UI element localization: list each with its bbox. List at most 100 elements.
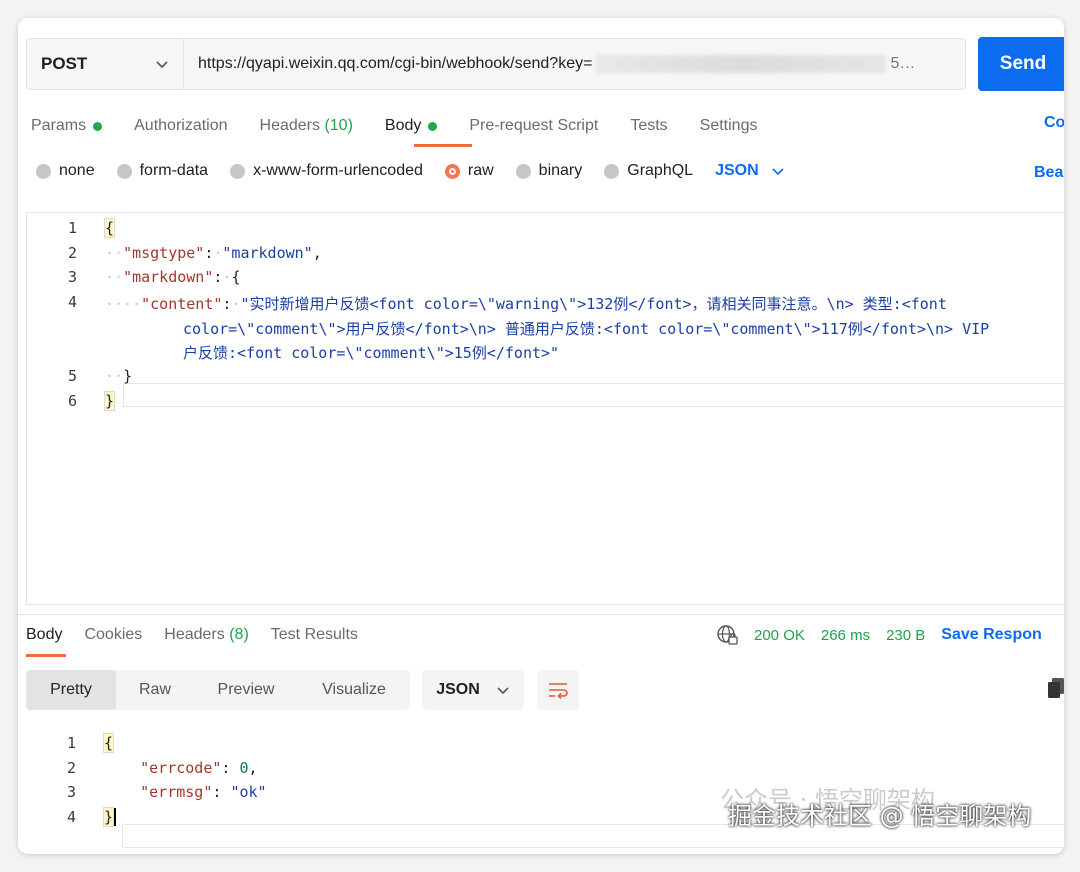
radio-raw-label: raw (467, 162, 494, 179)
line-number: 5 (67, 367, 77, 385)
json-key-errmsg: "errmsg" (140, 783, 213, 801)
radio-urlencoded-label: x-www-form-urlencoded (253, 162, 423, 179)
line-number: 6 (67, 392, 77, 410)
view-preview[interactable]: Preview (194, 670, 298, 710)
response-format-label: JSON (436, 681, 480, 698)
response-view-modes: Pretty Raw Preview Visualize (26, 670, 410, 710)
wrap-lines-button[interactable] (537, 670, 579, 710)
radio-graphql-label: GraphQL (627, 162, 694, 179)
open-brace: { (103, 218, 116, 238)
json-key-errcode: "errcode" (140, 759, 222, 777)
redacted-key (596, 55, 887, 73)
line-number: 1 (67, 219, 77, 237)
json-value-errmsg: "ok" (230, 783, 267, 801)
line-number: 3 (67, 268, 77, 286)
radio-raw[interactable]: raw (444, 162, 494, 180)
body-format-label: JSON (715, 162, 759, 179)
response-stats: 200 OK 266 ms 230 B Save Respon (716, 624, 1058, 646)
code-line-5: ··} (105, 367, 133, 385)
view-pretty[interactable]: Pretty (26, 670, 116, 710)
json-key-msgtype: "msgtype" (123, 244, 205, 262)
tab-params[interactable]: Params (31, 114, 103, 138)
response-tab-headers[interactable]: Headers (8) (164, 626, 249, 644)
radio-circle-icon (604, 163, 620, 179)
tab-pre-request-script[interactable]: Pre-request Script (469, 114, 598, 138)
tab-tests[interactable]: Tests (630, 114, 667, 138)
tab-body-label: Body (384, 117, 422, 134)
response-headers-count: (8) (229, 626, 249, 643)
radio-circle-icon (36, 163, 51, 179)
response-tab-headers-label: Headers (164, 626, 225, 643)
tab-authorization[interactable]: Authorization (134, 114, 227, 138)
chevron-down-icon (497, 687, 509, 695)
params-indicator-dot (93, 121, 103, 131)
cookies-link[interactable]: Co (1044, 114, 1064, 132)
tab-settings-label: Settings (699, 117, 758, 134)
tab-authorization-label: Authorization (134, 117, 228, 134)
response-tab-test-results[interactable]: Test Results (271, 626, 358, 644)
response-format-select[interactable]: JSON (422, 670, 524, 710)
json-value-msgtype: "markdown" (222, 244, 313, 262)
radio-selected-icon (444, 163, 460, 179)
url-tail: 5… (890, 55, 916, 72)
radio-none-label: none (59, 162, 95, 179)
view-visualize[interactable]: Visualize (298, 670, 410, 710)
tab-headers-label: Headers (259, 117, 320, 134)
json-value-content-1: "实时新增用户反馈<font color=\"warning\">132例</f… (240, 295, 947, 313)
view-raw[interactable]: Raw (116, 670, 194, 710)
response-tab-body[interactable]: Body (26, 626, 62, 644)
radio-form-data-label: form-data (139, 162, 209, 179)
radio-urlencoded[interactable]: x-www-form-urlencoded (230, 162, 423, 180)
method-select[interactable]: POST (26, 38, 184, 90)
save-response-button[interactable]: Save Respon (941, 626, 1041, 644)
copy-icon[interactable] (1048, 678, 1064, 698)
radio-form-data[interactable]: form-data (116, 162, 209, 180)
code-line-3: ··"markdown":·{ (105, 268, 241, 286)
site-watermark: 掘金技术社区 @ 悟空聊架构 (728, 802, 1032, 830)
line-number: 1 (66, 734, 76, 752)
json-value-content-3: 户反馈:<font color=\"comment\">15例</font>" (183, 344, 560, 362)
radio-circle-icon (515, 163, 531, 179)
tab-pre-request-script-label: Pre-request Script (469, 117, 599, 134)
radio-circle-icon (230, 163, 246, 179)
request-body-editor[interactable]: 1 2 3 4 5 6 { ··"msgtype":·"markdown", ·… (26, 212, 1064, 605)
radio-binary[interactable]: binary (515, 162, 582, 180)
send-button[interactable]: Send (978, 37, 1064, 91)
line-number: 2 (66, 759, 76, 777)
line-number: 3 (66, 783, 76, 801)
beautify-link[interactable]: Bea (1034, 164, 1063, 182)
code-line-1: { (103, 218, 116, 238)
line-number: 4 (66, 808, 76, 826)
json-value-errcode: 0 (239, 759, 249, 777)
resp-line-1: { (102, 733, 115, 753)
status-code[interactable]: 200 OK (754, 627, 805, 644)
wrap-lines-icon (549, 683, 568, 699)
active-tab-underline (414, 144, 472, 147)
tab-body[interactable]: Body (384, 114, 438, 138)
url-text: https://qyapi.weixin.qq.com/cgi-bin/webh… (198, 55, 593, 72)
radio-graphql[interactable]: GraphQL (604, 162, 693, 180)
postman-window: POST https://qyapi.weixin.qq.com/cgi-bin… (18, 18, 1064, 854)
response-tab-cookies[interactable]: Cookies (84, 626, 142, 644)
method-label: POST (41, 54, 88, 73)
url-input[interactable]: https://qyapi.weixin.qq.com/cgi-bin/webh… (184, 38, 966, 90)
close-brace: } (103, 391, 116, 411)
radio-none[interactable]: none (36, 162, 95, 180)
code-line-6: } (103, 391, 116, 411)
headers-count: (10) (324, 117, 353, 134)
line-number: 4 (67, 293, 77, 311)
response-time[interactable]: 266 ms (821, 627, 870, 644)
tab-headers[interactable]: Headers (10) (260, 114, 353, 138)
body-format-select[interactable]: JSON (715, 162, 785, 180)
globe-lock-icon[interactable] (716, 624, 738, 646)
resp-line-3: "errmsg": "ok" (140, 783, 267, 801)
tab-settings[interactable]: Settings (700, 114, 758, 138)
request-tabs: Params Authorization Headers (10) Body P… (31, 114, 789, 138)
chevron-down-icon (156, 61, 168, 69)
response-size[interactable]: 230 B (886, 627, 925, 644)
body-type-options: none form-data x-www-form-urlencoded raw… (36, 162, 785, 180)
code-line-4: ····"content":·"实时新增用户反馈<font color=\"wa… (105, 295, 947, 313)
body-indicator-dot (428, 121, 438, 131)
tab-tests-label: Tests (630, 117, 668, 134)
json-value-content-2: color=\"comment\">用户反馈</font>\n> 普通用户反馈:… (183, 320, 990, 338)
